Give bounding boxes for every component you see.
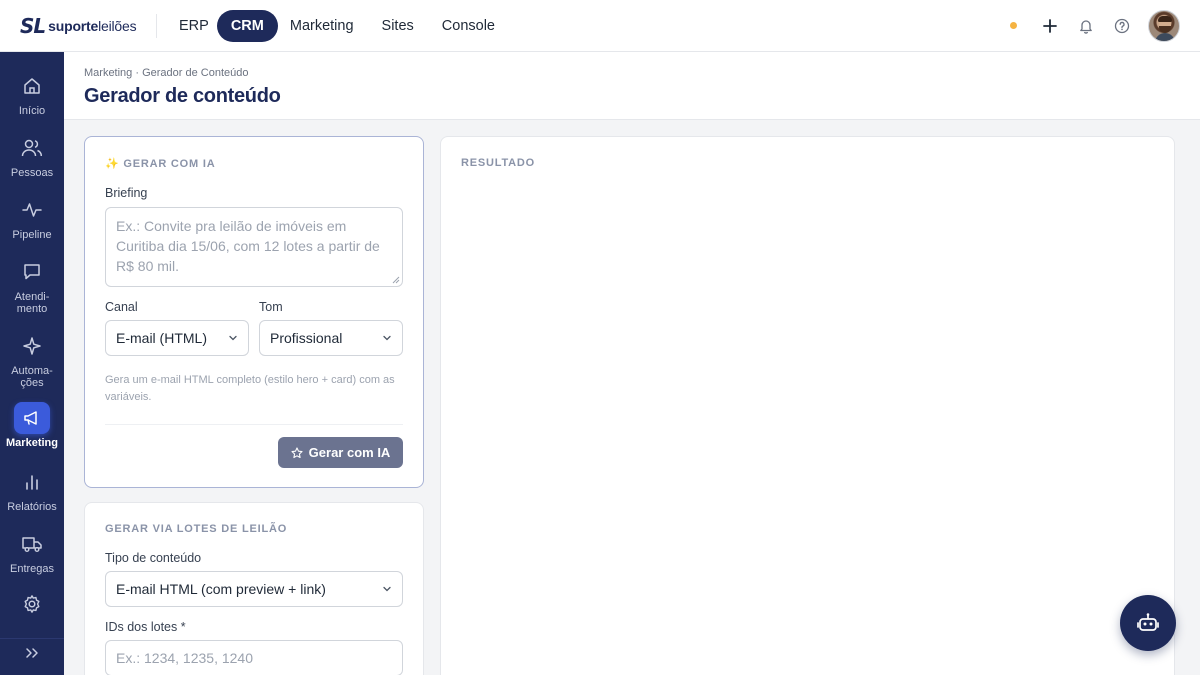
- canal-select[interactable]: E-mail (HTML): [105, 320, 249, 356]
- sidebar-item-entregas[interactable]: Entregas: [0, 528, 64, 575]
- megaphone-icon: [14, 402, 50, 434]
- topnav-marketing[interactable]: Marketing: [282, 10, 362, 42]
- sidebar-item-relatorios[interactable]: Relatórios: [0, 466, 64, 513]
- sidebar-expand-button[interactable]: [0, 638, 64, 666]
- chevron-down-icon: [229, 335, 237, 341]
- truck-icon: [14, 528, 50, 560]
- sidebar-item-atendimento[interactable]: Atendi-mento: [0, 256, 64, 315]
- topnav-crm[interactable]: CRM: [216, 9, 278, 42]
- help-icon[interactable]: [1112, 16, 1132, 36]
- chat-icon: [14, 256, 50, 288]
- tom-select[interactable]: Profissional: [259, 320, 403, 356]
- tipo-select[interactable]: E-mail HTML (com preview + link): [105, 571, 403, 607]
- result-card: RESULTADO: [440, 136, 1175, 675]
- topnav-erp[interactable]: ERP: [171, 10, 217, 42]
- pulse-icon: [14, 194, 50, 226]
- robot-icon: [1137, 613, 1159, 631]
- chevrons-right-icon: [26, 647, 38, 658]
- sidebar-item-pipeline[interactable]: Pipeline: [0, 194, 64, 241]
- generate-lots-card: GERAR VIA LOTES DE LEILÃO Tipo de conteú…: [84, 502, 424, 675]
- plus-icon[interactable]: [1040, 16, 1060, 36]
- resize-grip-icon: [392, 276, 400, 284]
- sidebar-item-label: Pipeline: [12, 229, 52, 241]
- top-divider: [156, 13, 157, 38]
- page-title: Gerador de conteúdo: [84, 85, 281, 107]
- top-bar: SL suporteleilões ERP CRM Marketing Site…: [0, 0, 1200, 52]
- sidebar: Início Pessoas Pipeline Atendi-mento Aut…: [0, 52, 64, 675]
- topnav-console[interactable]: Console: [434, 10, 503, 42]
- divider: [105, 424, 403, 425]
- tipo-label: Tipo de conteúdo: [105, 551, 202, 565]
- canal-label: Canal: [105, 300, 138, 314]
- tom-label: Tom: [259, 300, 283, 314]
- star-icon: [291, 446, 303, 458]
- sidebar-item-label: Início: [18, 105, 46, 117]
- sidebar-item-configuracoes[interactable]: [0, 588, 64, 620]
- bar-chart-icon: [14, 466, 50, 498]
- top-nav: ERP CRM Marketing Sites Console: [171, 9, 503, 42]
- sidebar-item-label: Pessoas: [10, 167, 54, 179]
- topnav-sites[interactable]: Sites: [374, 10, 422, 42]
- sidebar-item-label: Marketing: [6, 437, 58, 449]
- sidebar-item-label: Automa-ções: [11, 365, 53, 389]
- generate-ai-card: ✨ GERAR COM IA Briefing Ex.: Convite pra…: [84, 136, 424, 488]
- bell-icon[interactable]: [1076, 16, 1096, 36]
- briefing-label: Briefing: [105, 186, 148, 200]
- home-icon: [14, 70, 50, 102]
- generate-ai-button[interactable]: Gerar com IA: [278, 437, 403, 468]
- chevron-down-icon: [383, 586, 391, 592]
- sidebar-item-label: Relatórios: [7, 501, 57, 513]
- sidebar-item-inicio[interactable]: Início: [0, 70, 64, 117]
- sidebar-item-pessoas[interactable]: Pessoas: [0, 132, 64, 179]
- status-dot: [1010, 22, 1017, 29]
- logo-mark: SL: [20, 13, 46, 38]
- section-title: RESULTADO: [461, 157, 536, 169]
- users-icon: [14, 132, 50, 164]
- breadcrumb: Marketing · Gerador de Conteúdo: [84, 67, 249, 79]
- chevron-down-icon: [383, 335, 391, 341]
- sparkle-icon: [14, 330, 50, 362]
- sidebar-item-marketing[interactable]: Marketing: [0, 402, 64, 449]
- ids-label: IDs dos lotes *: [105, 620, 186, 634]
- sidebar-item-automacoes[interactable]: Automa-ções: [0, 330, 64, 389]
- assistant-bot-button[interactable]: [1120, 595, 1176, 651]
- section-title: ✨ GERAR COM IA: [105, 158, 216, 170]
- logo-text: suporteleilões: [48, 17, 137, 34]
- avatar[interactable]: [1148, 10, 1180, 42]
- brand-logo[interactable]: SL suporteleilões: [20, 0, 156, 52]
- briefing-textarea[interactable]: Ex.: Convite pra leilão de imóveis em Cu…: [105, 207, 403, 287]
- sidebar-item-label: Entregas: [9, 563, 55, 575]
- sidebar-item-label: Atendi-mento: [14, 291, 50, 315]
- page-header: Marketing · Gerador de Conteúdo Gerador …: [64, 52, 1200, 120]
- gear-icon: [14, 588, 50, 620]
- channel-hint: Gera um e-mail HTML completo (estilo her…: [105, 374, 395, 403]
- ids-input[interactable]: Ex.: 1234, 1235, 1240: [105, 640, 403, 675]
- section-title: GERAR VIA LOTES DE LEILÃO: [105, 523, 288, 535]
